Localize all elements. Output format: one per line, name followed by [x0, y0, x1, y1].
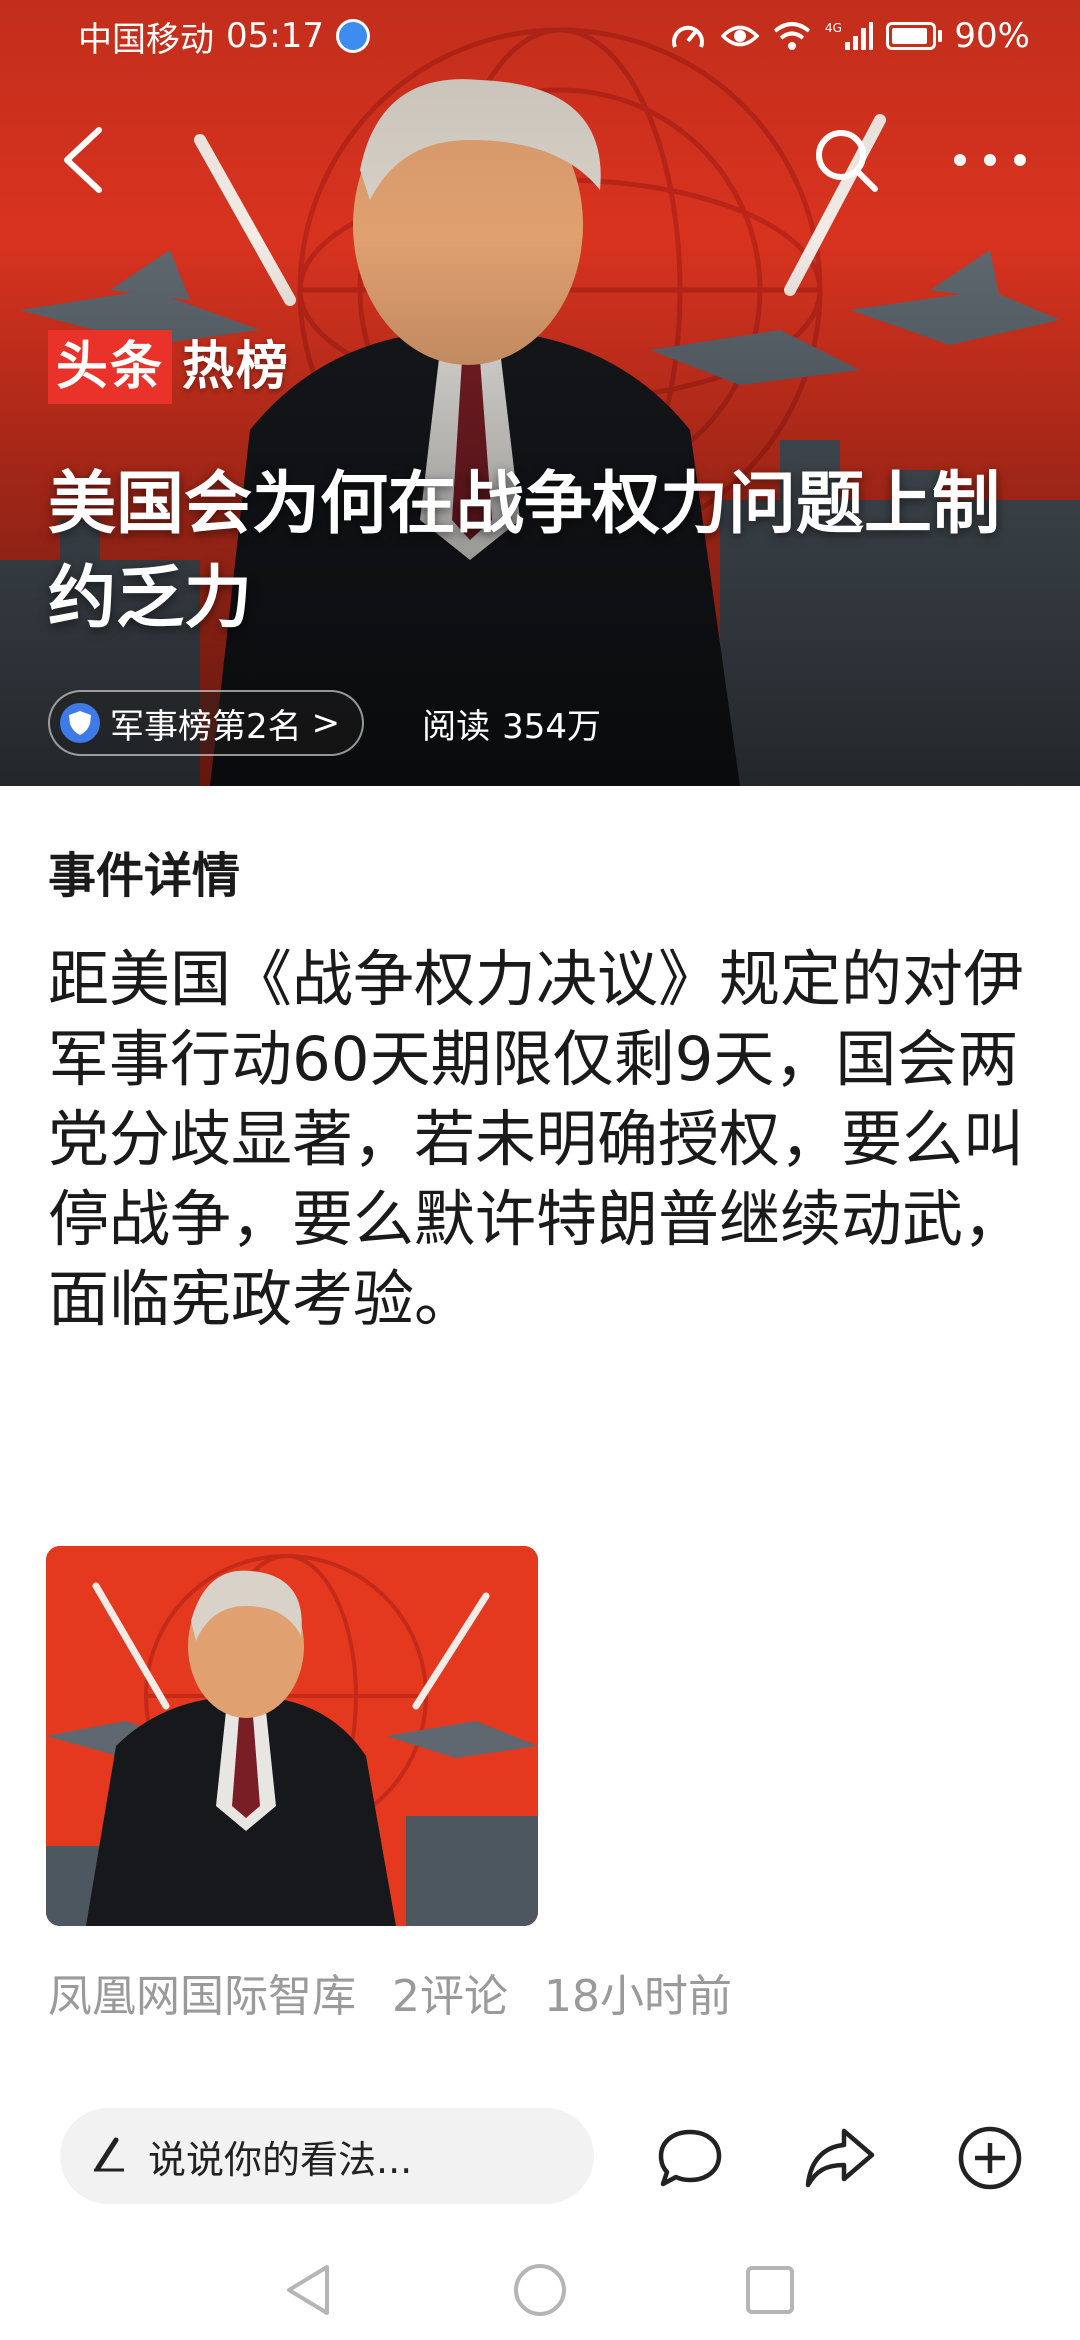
- add-icon[interactable]: [950, 2118, 1030, 2198]
- rank-label: 军事榜第2名: [110, 706, 302, 747]
- source-name[interactable]: 凤凰网国际智库: [48, 1960, 356, 2024]
- rank-pill-button[interactable]: 军事榜第2名 >: [48, 690, 365, 756]
- page-title: 美国会为何在战争权力问题上制约乏力: [48, 465, 1001, 638]
- read-count: 354万: [502, 706, 602, 747]
- speed-icon: [668, 19, 708, 53]
- article-thumbnail[interactable]: [46, 1546, 538, 1926]
- comment-icon[interactable]: [650, 2118, 730, 2198]
- brand-part1: 头条: [48, 330, 173, 404]
- comment-placeholder: 说说你的看法...: [148, 2137, 413, 2182]
- pen-icon: [88, 2134, 128, 2178]
- recents-square-icon[interactable]: [730, 2250, 810, 2330]
- network-type: 4G: [825, 21, 842, 35]
- app-badge-icon: [335, 19, 370, 53]
- eye-icon: [720, 19, 760, 53]
- hero-meta: 军事榜第2名 > 阅读 354万: [48, 690, 601, 756]
- back-triangle-icon[interactable]: [268, 2250, 348, 2330]
- time-ago: 18小时前: [544, 1971, 732, 2022]
- system-nav-bar: [0, 2240, 1080, 2340]
- carrier-name: 中国移动: [78, 19, 214, 60]
- battery-percent: 90%: [954, 16, 1030, 56]
- signal-icon: 4G: [824, 19, 874, 53]
- shield-icon: [60, 703, 100, 743]
- comment-input[interactable]: 说说你的看法...: [60, 2108, 594, 2204]
- status-bar: 中国移动 05:17 4G 90%: [0, 0, 1080, 72]
- article-body: 距美国《战争权力决议》规定的对伊军事行动60天期限仅剩9天，国会两党分歧显著，若…: [48, 944, 1025, 1335]
- status-time: 05:17: [226, 16, 324, 56]
- hotlist-brand: 头条 热榜: [48, 330, 300, 404]
- brand-part2: 热榜: [182, 337, 291, 397]
- comment-count[interactable]: 2评论: [392, 1960, 508, 2024]
- wifi-icon: [772, 19, 812, 53]
- bottom-action-bar: 说说你的看法...: [0, 2108, 1080, 2208]
- top-nav: [0, 110, 1080, 210]
- section-heading: 事件详情: [48, 848, 241, 904]
- hero-banner: 中国移动 05:17 4G 90% 头条 热榜 美国会为何在战争权力问题上制约乏…: [0, 0, 1080, 786]
- more-icon[interactable]: [940, 120, 1040, 200]
- read-label: 阅读: [422, 706, 491, 747]
- share-icon[interactable]: [800, 2118, 880, 2198]
- chevron-right-icon: >: [311, 703, 341, 743]
- battery-icon: [886, 22, 943, 50]
- home-circle-icon[interactable]: [500, 2250, 580, 2330]
- article-meta: 凤凰网国际智库 2评论 18小时前: [48, 1960, 732, 2024]
- search-icon[interactable]: [806, 120, 886, 200]
- back-arrow-icon[interactable]: [44, 120, 124, 200]
